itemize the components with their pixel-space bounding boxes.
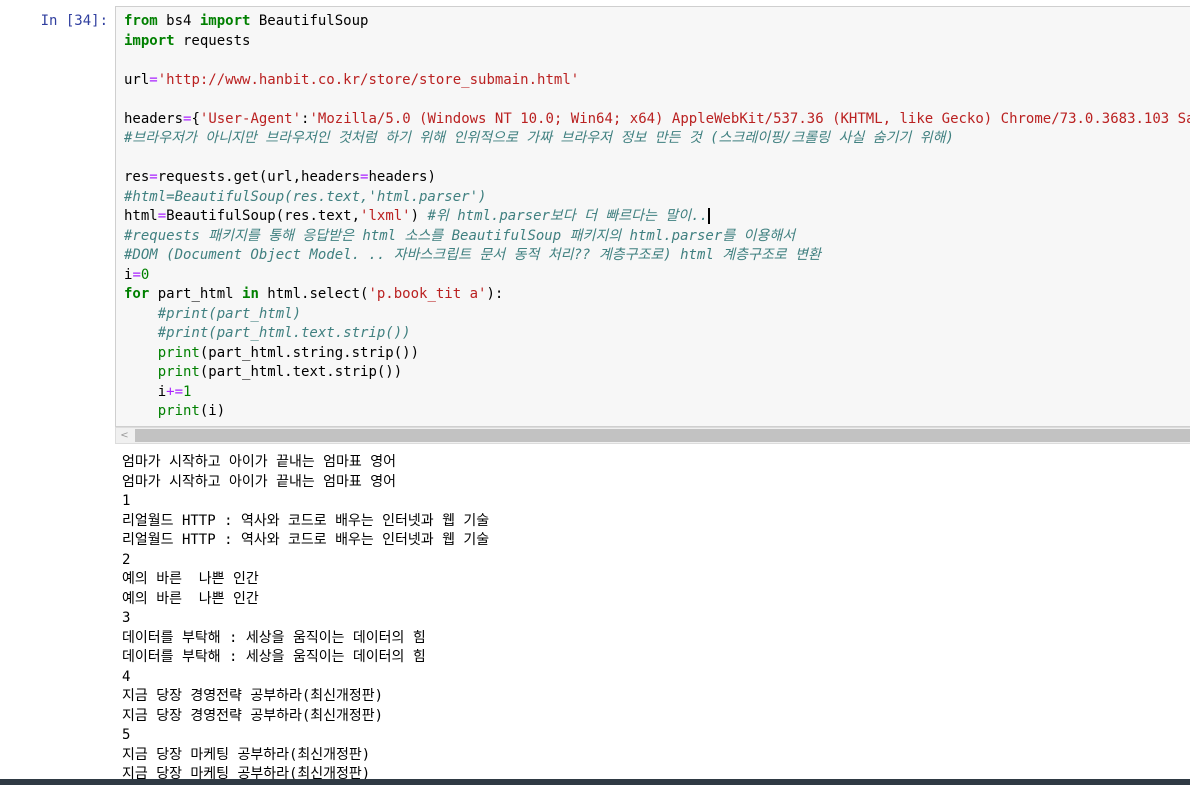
- code-token: 'User-Agent': [199, 110, 302, 127]
- output-line: 5: [122, 727, 131, 743]
- output-line: 1: [122, 493, 131, 509]
- output-line: 엄마가 시작하고 아이가 끝내는 엄마표 영어: [122, 473, 396, 490]
- code-token: #print(part_html.text.strip()): [157, 325, 411, 341]
- code-token: #위 html.parser보다 더 빠르다는 말이..: [427, 208, 708, 224]
- code-token: 'lxml': [360, 208, 411, 224]
- code-line[interactable]: #print(part_html.text.strip()): [124, 324, 1190, 344]
- code-token: headers): [368, 169, 436, 185]
- code-line[interactable]: from bs4 import BeautifulSoup: [124, 12, 1190, 32]
- code-token: 'p.book_tit a': [368, 286, 487, 302]
- code-token: 'Mozilla/5.0 (Windows NT 10.0; Win64; x6…: [309, 110, 1190, 127]
- code-token: url: [124, 71, 150, 88]
- code-line[interactable]: i+=1: [124, 383, 1190, 403]
- code-token: 1: [183, 383, 192, 400]
- code-token: (part_html.string.strip()): [199, 344, 420, 361]
- code-token: i: [124, 383, 167, 400]
- code-token: ): [410, 208, 428, 224]
- scrollbar-thumb[interactable]: [135, 429, 1190, 442]
- code-line[interactable]: #print(part_html): [124, 305, 1190, 325]
- output-line: 예의 바른 나쁜 인간: [122, 590, 259, 607]
- code-token: in: [242, 286, 259, 302]
- code-token: import: [124, 32, 175, 49]
- code-token: #DOM (Document Object Model. .. 자바스크립트 문…: [124, 247, 821, 263]
- code-line[interactable]: print(i): [124, 402, 1190, 422]
- code-token: 'http://www.hanbit.co.kr/store/store_sub…: [157, 71, 580, 88]
- cell-prompt: In [34]:: [40, 13, 108, 29]
- code-line[interactable]: #DOM (Document Object Model. .. 자바스크립트 문…: [124, 246, 1190, 266]
- code-token: for: [124, 286, 150, 302]
- code-token: #requests 패키지를 통해 응답받은 html 소스를 Beautifu…: [124, 227, 796, 244]
- output-line: 리얼월드 HTTP : 역사와 코드로 배우는 인터넷과 웹 기술: [122, 532, 490, 548]
- code-line[interactable]: res=requests.get(url,headers=headers): [124, 168, 1190, 188]
- text-cursor: [708, 208, 710, 224]
- code-token: 0: [140, 266, 150, 283]
- code-token: =: [149, 71, 158, 88]
- code-token: import: [199, 13, 251, 29]
- code-token: res: [124, 169, 150, 185]
- code-line[interactable]: print(part_html.string.strip()): [124, 344, 1190, 364]
- code-token: (i): [199, 403, 226, 419]
- code-line[interactable]: print(part_html.text.strip()): [124, 363, 1190, 383]
- code-line[interactable]: #requests 패키지를 통해 응답받은 html 소스를 Beautifu…: [124, 227, 1190, 247]
- code-token: html.select(: [258, 286, 369, 302]
- code-line[interactable]: import requests: [124, 32, 1190, 52]
- code-line[interactable]: [124, 51, 1190, 71]
- code-line[interactable]: for part_html in html.select('p.book_tit…: [124, 285, 1190, 305]
- output-line: 2: [122, 551, 131, 568]
- code-line[interactable]: [124, 149, 1190, 169]
- code-editor[interactable]: from bs4 import BeautifulSoup import requ…: [124, 12, 1190, 422]
- code-token: print: [157, 364, 200, 380]
- code-line[interactable]: [124, 90, 1190, 110]
- output-line: 리얼월드 HTTP : 역사와 코드로 배우는 인터넷과 웹 기술: [122, 512, 490, 529]
- code-token: =: [132, 266, 141, 283]
- output-line: 예의 바른 나쁜 인간: [122, 571, 259, 587]
- code-cell-input[interactable]: from bs4 import BeautifulSoup import requ…: [115, 6, 1190, 427]
- code-token: BeautifulSoup: [250, 13, 369, 29]
- code-line[interactable]: #브라우저가 아니지만 브라우저인 것처럼 하기 위해 인위적으로 가짜 브라우…: [124, 129, 1190, 149]
- code-line[interactable]: url='http://www.hanbit.co.kr/store/store…: [124, 71, 1190, 91]
- output-line: 4: [122, 668, 131, 685]
- code-token: html: [124, 208, 158, 224]
- scroll-left-arrow-icon[interactable]: <: [116, 428, 133, 443]
- taskbar-edge: [0, 779, 1190, 785]
- code-token: from: [124, 13, 158, 29]
- cell-output: 엄마가 시작하고 아이가 끝내는 엄마표 영어엄마가 시작하고 아이가 끝내는 …: [122, 453, 489, 785]
- code-token: +=: [166, 383, 184, 400]
- code-token: bs4: [157, 13, 200, 29]
- code-token: requests.get(url,headers: [157, 169, 361, 185]
- code-token: BeautifulSoup(res.text,: [166, 208, 361, 224]
- code-token: {: [191, 110, 200, 127]
- output-line: 3: [122, 610, 131, 626]
- code-token: print: [157, 403, 200, 419]
- code-token: #브라우저가 아니지만 브라우저인 것처럼 하기 위해 인위적으로 가짜 브라우…: [124, 130, 954, 146]
- code-line[interactable]: headers={'User-Agent':'Mozilla/5.0 (Wind…: [124, 110, 1190, 130]
- horizontal-scrollbar[interactable]: <: [115, 427, 1190, 444]
- output-line: 지금 당장 마케팅 공부하라(최신개정판): [122, 746, 371, 763]
- code-token: requests: [174, 32, 251, 49]
- code-line[interactable]: html=BeautifulSoup(res.text,'lxml') #위 h…: [124, 207, 1190, 227]
- code-token: #html=BeautifulSoup(res.text,'html.parse…: [124, 188, 487, 205]
- code-token: print: [157, 344, 200, 361]
- output-line: 데이터를 부탁해 : 세상을 움직이는 데이터의 힘: [122, 629, 426, 646]
- code-line[interactable]: i=0: [124, 266, 1190, 286]
- code-token: (part_html.text.strip()): [199, 364, 403, 380]
- code-token: =: [157, 208, 167, 224]
- code-token: headers: [124, 110, 184, 127]
- code-line[interactable]: #html=BeautifulSoup(res.text,'html.parse…: [124, 188, 1190, 208]
- output-line: 지금 당장 경영전략 공부하라(최신개정판): [122, 688, 384, 704]
- code-token: ):: [486, 286, 504, 302]
- output-line: 지금 당장 경영전략 공부하라(최신개정판): [122, 707, 384, 724]
- output-line: 엄마가 시작하고 아이가 끝내는 엄마표 영어: [122, 454, 396, 470]
- code-token: =: [149, 169, 158, 185]
- code-token: part_html: [149, 286, 243, 302]
- output-line: 데이터를 부탁해 : 세상을 움직이는 데이터의 힘: [122, 649, 426, 665]
- code-token: #print(part_html): [157, 305, 302, 322]
